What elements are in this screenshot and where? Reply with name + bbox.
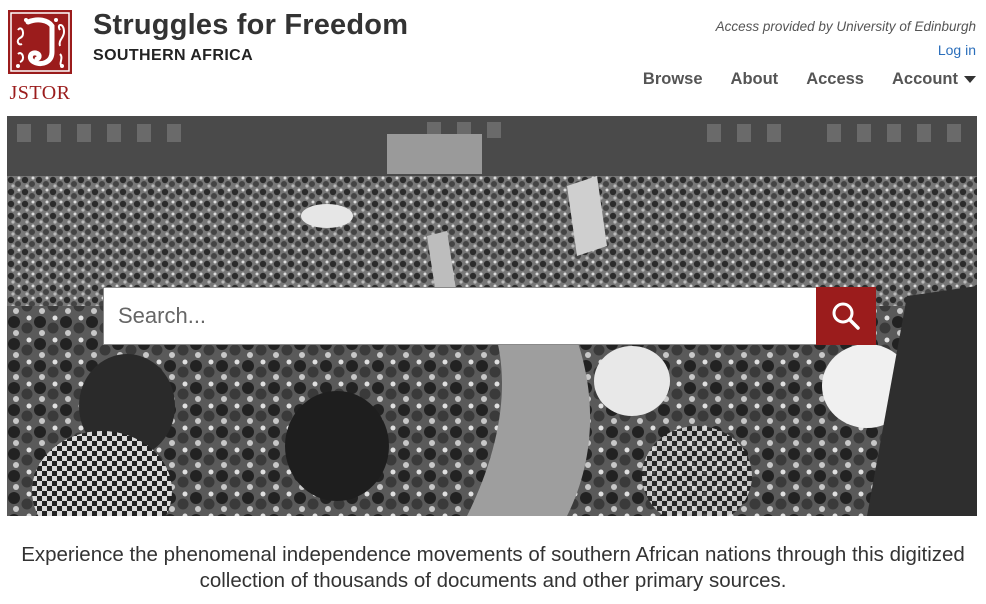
search-icon (832, 302, 860, 330)
nav-browse-label: Browse (642, 70, 703, 88)
jstor-logo[interactable]: JSTOR (6, 10, 74, 104)
login-link[interactable]: Log in (938, 42, 976, 58)
nav-about-label: About (730, 70, 779, 88)
site-header: JSTOR Struggles for Freedom SOUTHERN AFR… (0, 0, 986, 116)
jstor-logo-icon (8, 10, 72, 74)
search-input[interactable] (103, 287, 816, 345)
site-subtitle: SOUTHERN AFRICA (93, 47, 254, 64)
nav-about[interactable]: About (731, 70, 779, 89)
nav-browse[interactable]: Browse (643, 70, 703, 89)
logo-wordmark: JSTOR (9, 82, 71, 104)
search-bar (103, 287, 876, 345)
collection-tagline: Experience the phenomenal independence m… (21, 543, 965, 592)
nav-access[interactable]: Access (806, 70, 864, 89)
site-title[interactable]: Struggles for Freedom (93, 9, 408, 42)
search-button[interactable] (816, 287, 876, 345)
main-nav: Browse About Access Account (643, 70, 976, 89)
caret-down-icon (964, 76, 976, 83)
nav-account-label: Account (892, 70, 958, 88)
hero-banner (7, 116, 977, 516)
nav-account[interactable]: Account (892, 70, 976, 89)
nav-access-label: Access (806, 70, 864, 88)
access-note: Access provided by University of Edinbur… (715, 19, 976, 34)
